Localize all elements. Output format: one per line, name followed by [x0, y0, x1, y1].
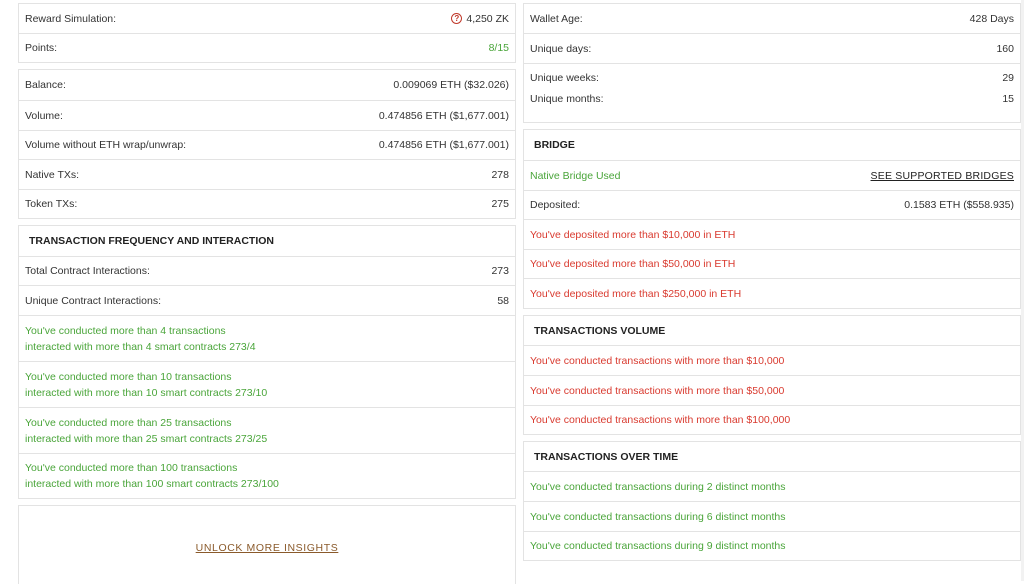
- deposited-value: 0.1583 ETH ($558.935): [904, 199, 1014, 211]
- reward-summary-card: Reward Simulation: ? 4,250 ZK Points: 8/1…: [18, 3, 516, 63]
- token-txs-value: 275: [491, 198, 509, 210]
- balance-label: Balance:: [25, 79, 66, 91]
- native-txs-value: 278: [491, 168, 509, 181]
- tx-volume-milestone-text: You've conducted transactions with more …: [530, 384, 785, 397]
- volume-label: Volume:: [25, 109, 63, 122]
- tx-volume-milestone-text: You've conducted transactions with more …: [530, 414, 791, 426]
- volume-nowrap-value: 0.474856 ETH ($1,677.001): [378, 139, 509, 151]
- milestone-line1: You've conducted more than 4 transaction…: [25, 324, 226, 337]
- unique-interactions-row: Unique Contract Interactions: 58: [19, 285, 515, 315]
- tx-volume-milestone-row: You've conducted transactions with more …: [524, 405, 1020, 434]
- unique-weeks-label: Unique weeks:: [530, 72, 599, 84]
- unique-months-value: 15: [1002, 93, 1014, 105]
- total-interactions-label: Total Contract Interactions:: [25, 265, 150, 277]
- milestone-line1: You've conducted more than 10 transactio…: [25, 370, 232, 383]
- volume-nowrap-row: Volume without ETH wrap/unwrap: 0.474856…: [19, 130, 515, 159]
- milestone-row: You've conducted more than 25 transactio…: [19, 407, 515, 453]
- unlock-insights-link[interactable]: UNLOCK MORE INSIGHTS: [196, 542, 339, 554]
- milestone-line2: interacted with more than 4 smart contra…: [25, 340, 256, 353]
- bridge-milestone-text: You've deposited more than $10,000 in ET…: [530, 228, 736, 241]
- milestone-line2: interacted with more than 10 smart contr…: [25, 386, 268, 399]
- tx-time-milestone-row: You've conducted transactions during 6 d…: [524, 501, 1020, 531]
- reward-value: 4,250 ZK: [466, 12, 509, 25]
- unique-interactions-label: Unique Contract Interactions:: [25, 294, 161, 307]
- native-txs-row: Native TXs: 278: [19, 159, 515, 189]
- tx-volume-milestone-row: You've conducted transactions with more …: [524, 375, 1020, 405]
- milestone-line2: interacted with more than 100 smart cont…: [25, 478, 279, 490]
- unique-weeks-value: 29: [1002, 72, 1014, 84]
- tx-time-milestone-row: You've conducted transactions during 9 d…: [524, 531, 1020, 560]
- tx-time-card: TRANSACTIONS OVER TIME You've conducted …: [523, 441, 1021, 561]
- tx-time-milestone-row: You've conducted transactions during 2 d…: [524, 471, 1020, 501]
- token-txs-row: Token TXs: 275: [19, 189, 515, 218]
- bridge-milestone-text: You've deposited more than $50,000 in ET…: [530, 258, 736, 270]
- tx-volume-header: TRANSACTIONS VOLUME: [524, 316, 1020, 345]
- native-txs-label: Native TXs:: [25, 168, 80, 181]
- milestone-line1: You've conducted more than 100 transacti…: [25, 462, 238, 474]
- unique-days-value: 160: [996, 42, 1014, 55]
- deposited-row: Deposited: 0.1583 ETH ($558.935): [524, 190, 1020, 219]
- balance-row: Balance: 0.009069 ETH ($32.026): [19, 70, 515, 100]
- milestone-row: You've conducted more than 10 transactio…: [19, 361, 515, 407]
- bridge-header: BRIDGE: [524, 130, 1020, 160]
- milestone-row: You've conducted more than 4 transaction…: [19, 315, 515, 361]
- tx-volume-milestone-row: You've conducted transactions with more …: [524, 345, 1020, 375]
- tx-time-title: TRANSACTIONS OVER TIME: [534, 450, 679, 463]
- tx-frequency-title: TRANSACTION FREQUENCY AND INTERACTION: [29, 235, 275, 247]
- deposited-label: Deposited:: [530, 199, 581, 211]
- volume-row: Volume: 0.474856 ETH ($1,677.001): [19, 100, 515, 130]
- bridge-milestone-text: You've deposited more than $250,000 in E…: [530, 287, 742, 300]
- unique-days-label: Unique days:: [530, 42, 592, 55]
- tx-frequency-card: TRANSACTION FREQUENCY AND INTERACTION To…: [18, 225, 516, 499]
- native-bridge-label: Native Bridge Used: [530, 169, 621, 182]
- question-circle-icon[interactable]: ?: [451, 13, 463, 25]
- supported-bridges-link[interactable]: SEE SUPPORTED BRIDGES: [871, 170, 1014, 182]
- reward-value-wrap: ? 4,250 ZK: [451, 13, 509, 25]
- unique-months-row: Unique months: 15: [524, 93, 1020, 122]
- unique-months-label: Unique months:: [530, 93, 604, 105]
- wallet-age-row: Wallet Age: 428 Days: [524, 4, 1020, 33]
- token-txs-label: Token TXs:: [25, 198, 78, 210]
- volume-value: 0.474856 ETH ($1,677.001): [378, 109, 509, 122]
- bridge-title: BRIDGE: [534, 139, 575, 151]
- unlock-card: UNLOCK MORE INSIGHTS: [18, 505, 516, 584]
- tx-volume-title: TRANSACTIONS VOLUME: [534, 324, 666, 337]
- points-value: 8/15: [488, 42, 509, 54]
- tx-volume-milestone-text: You've conducted transactions with more …: [530, 354, 785, 367]
- tx-time-header: TRANSACTIONS OVER TIME: [524, 442, 1020, 471]
- balance-value: 0.009069 ETH ($32.026): [393, 79, 509, 91]
- unique-weeks-row: Unique weeks: 29: [524, 63, 1020, 93]
- tx-time-milestone-text: You've conducted transactions during 9 d…: [530, 540, 786, 552]
- milestone-row: You've conducted more than 100 transacti…: [19, 453, 515, 498]
- volume-nowrap-label: Volume without ETH wrap/unwrap:: [25, 139, 187, 151]
- milestone-line1: You've conducted more than 25 transactio…: [25, 416, 232, 429]
- points-label: Points:: [25, 42, 58, 54]
- unique-interactions-value: 58: [497, 294, 509, 307]
- reward-label: Reward Simulation:: [25, 12, 117, 25]
- wallet-age-label: Wallet Age:: [530, 12, 583, 25]
- tx-frequency-header: TRANSACTION FREQUENCY AND INTERACTION: [19, 226, 515, 256]
- balances-card: Balance: 0.009069 ETH ($32.026) Volume: …: [18, 69, 516, 219]
- wallet-age-value: 428 Days: [969, 12, 1014, 25]
- tx-volume-card: TRANSACTIONS VOLUME You've conducted tra…: [523, 315, 1021, 435]
- unique-days-row: Unique days: 160: [524, 33, 1020, 63]
- wallet-age-card: Wallet Age: 428 Days Unique days: 160 Un…: [523, 3, 1021, 123]
- unlock-wrap: UNLOCK MORE INSIGHTS: [19, 542, 515, 554]
- bridge-milestone-row: You've deposited more than $250,000 in E…: [524, 278, 1020, 308]
- tx-time-milestone-text: You've conducted transactions during 6 d…: [530, 510, 786, 523]
- bridge-milestone-row: You've deposited more than $10,000 in ET…: [524, 219, 1020, 249]
- bridge-milestone-row: You've deposited more than $50,000 in ET…: [524, 249, 1020, 278]
- bridge-card: BRIDGE Native Bridge Used SEE SUPPORTED …: [523, 129, 1021, 309]
- total-interactions-row: Total Contract Interactions: 273: [19, 256, 515, 285]
- native-bridge-row: Native Bridge Used SEE SUPPORTED BRIDGES: [524, 160, 1020, 190]
- total-interactions-value: 273: [491, 265, 509, 277]
- points-row: Points: 8/15: [19, 33, 515, 62]
- reward-row: Reward Simulation: ? 4,250 ZK: [19, 4, 515, 33]
- milestone-line2: interacted with more than 25 smart contr…: [25, 432, 268, 445]
- tx-time-milestone-text: You've conducted transactions during 2 d…: [530, 480, 786, 493]
